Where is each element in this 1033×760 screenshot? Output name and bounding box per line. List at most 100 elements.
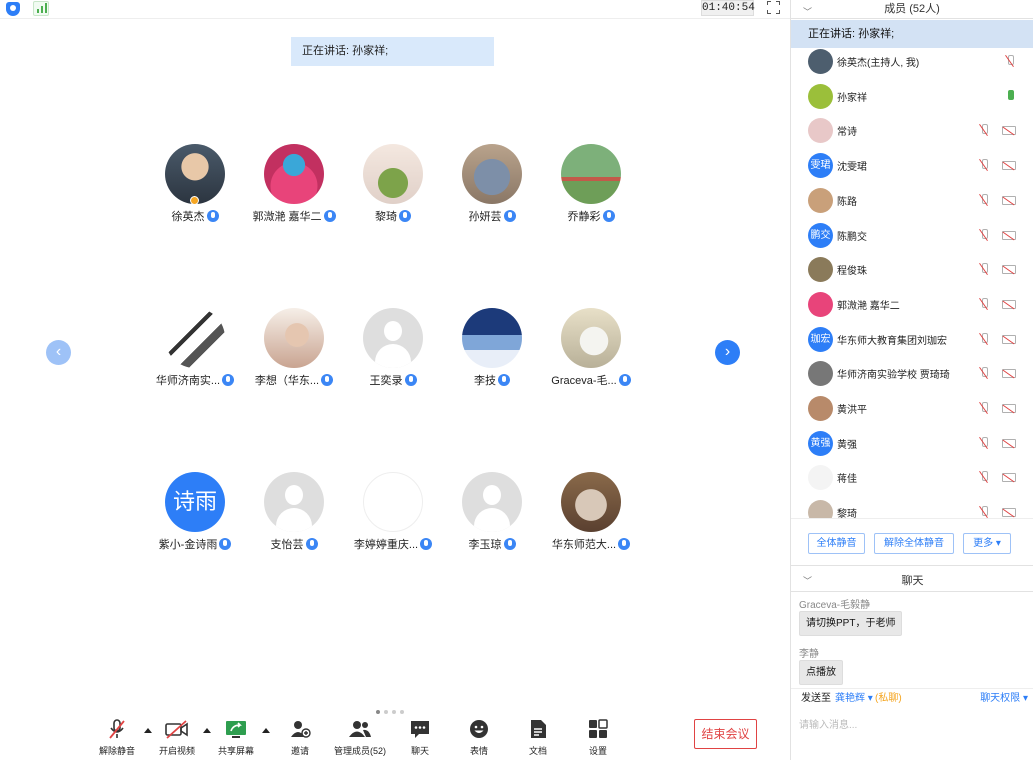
collapse-chevron-icon[interactable]: ﹀ [803,3,812,21]
share-options-caret[interactable] [262,728,270,733]
mic-muted-icon[interactable] [980,228,988,241]
mic-muted-icon[interactable] [980,297,988,310]
participant-name-row: 李想（华东... [244,374,344,388]
fullscreen-icon[interactable] [767,1,780,14]
mute-all-button[interactable]: 全体静音 [808,533,865,554]
camera-off-icon[interactable] [1002,508,1016,518]
camera-off-icon[interactable] [1002,369,1016,379]
recipient-dropdown[interactable]: 龚艳辉 ▾ [835,689,873,709]
participant-tile[interactable]: 支怡芸 [244,472,344,552]
mic-status-icon [404,374,417,386]
camera-off-icon[interactable] [1002,299,1016,309]
participant-tile[interactable]: Graceva-毛... [541,308,641,388]
participant-tile[interactable]: 王奕录 [343,308,443,388]
participant-tile[interactable]: 孙妍芸 [442,144,542,224]
private-tag: (私聊) [875,693,902,704]
network-signal-icon[interactable] [33,1,49,16]
participant-name-row: 王奕录 [343,374,443,388]
mic-muted-icon[interactable] [980,159,988,171]
camera-off-icon[interactable] [1002,126,1016,136]
mic-muted-icon[interactable] [980,263,988,275]
mic-muted-icon[interactable] [980,506,988,518]
member-name: 陈路 [837,196,857,208]
mic-muted-icon[interactable] [1006,55,1014,67]
mic-status-icon [219,538,232,550]
participant-tile[interactable]: 李技 [442,308,542,388]
mic-muted-icon[interactable] [980,436,988,449]
participant-tile[interactable]: 诗雨 紫小-金诗雨 [145,472,245,552]
security-shield-icon[interactable] [6,2,20,16]
participant-tile[interactable]: 乔静彩 [541,144,641,224]
member-row[interactable]: 雯珺 沈雯珺 [791,148,1033,182]
mic-muted-icon[interactable] [980,193,988,206]
participant-tile[interactable]: 华师济南实... [145,308,245,388]
side-panel: ﹀ 成员 (52人) 正在讲话: 孙家祥; 徐英杰(主持人, 我) 孙家祥 常诗 雯珺… [790,0,1033,760]
mic-status-icon [206,210,219,222]
member-row[interactable]: 蒋佳 [791,460,1033,494]
chat-input[interactable]: 请输入消息... [791,708,1033,760]
prev-page-button[interactable]: ‹ [46,340,71,365]
member-row[interactable]: 珈宏 华东师大教育集团刘珈宏 [791,322,1033,356]
participant-tile[interactable]: 李想（华东... [244,308,344,388]
member-row[interactable]: 徐英杰(主持人, 我) [791,48,1033,78]
member-row[interactable]: 黎琦 [791,495,1033,518]
camera-off-icon[interactable] [1002,161,1016,171]
camera-off-icon[interactable] [1002,473,1016,483]
settings-button[interactable]: 设置 [568,716,628,757]
reactions-button[interactable]: 表情 [449,716,509,757]
collapse-chevron-icon[interactable]: ﹀ [803,570,812,592]
mic-muted-icon[interactable] [980,471,988,483]
unmute-button[interactable]: 解除静音 [87,716,147,757]
member-row[interactable]: 孙家祥 [791,79,1033,113]
members-header[interactable]: ﹀ 成员 (52人) [791,0,1033,19]
participant-tile[interactable]: 李婷婷重庆... [343,472,443,552]
participant-avatar [561,308,621,368]
participant-tile[interactable]: 郭溦滟 嘉华二 [244,144,344,224]
member-row[interactable]: 黄强 黄强 [791,426,1033,460]
member-row[interactable]: 华师济南实验学校 贾琦琦 [791,356,1033,390]
unmute-all-button[interactable]: 解除全体静音 [874,533,954,554]
member-row[interactable]: 鹏交 陈鹏交 [791,218,1033,252]
participant-tile[interactable]: 华东师范大... [541,472,641,552]
participant-name-row: 乔静彩 [541,210,641,224]
participant-tile[interactable]: 李玉琼 [442,472,542,552]
mic-muted-icon[interactable] [980,402,988,414]
camera-off-icon[interactable] [1002,265,1016,275]
chat-permissions-dropdown[interactable]: 聊天权限 ▾ [980,689,1028,709]
participant-name: 徐英杰 [171,211,205,223]
chat-button[interactable]: 聊天 [390,716,450,757]
manage-members-button[interactable]: 管理成员(52) [330,716,390,757]
participant-name-row: 黎琦 [343,210,443,224]
more-button[interactable]: 更多 ▾ [963,533,1011,554]
invite-button[interactable]: 邀请 [270,716,330,757]
member-row[interactable]: 陈路 [791,183,1033,217]
start-video-button[interactable]: 开启视频 [147,716,207,757]
participant-avatar [363,144,423,204]
camera-off-icon[interactable] [1002,195,1016,205]
mic-muted-icon[interactable] [980,367,988,379]
mic-muted-icon[interactable] [980,332,988,345]
mic-muted-icon[interactable] [980,124,988,136]
participant-name: Graceva-毛... [551,375,617,387]
next-page-button[interactable]: › [715,340,740,365]
member-row[interactable]: 郭溦滟 嘉华二 [791,287,1033,321]
participant-name: 华东师范大... [551,539,617,551]
member-row[interactable]: 黄洪平 [791,391,1033,425]
member-row[interactable]: 常诗 [791,113,1033,147]
chat-header[interactable]: ﹀ 聊天 [791,570,1033,592]
end-meeting-button[interactable]: 结束会议 [694,719,757,749]
share-screen-button[interactable]: 共享屏幕 [206,716,266,757]
settings-grid-icon [587,718,609,740]
participant-avatar: 诗雨 [165,472,225,532]
camera-off-icon[interactable] [1002,230,1016,240]
member-name: 华师济南实验学校 贾琦琦 [837,370,950,382]
member-name: 郭溦滟 嘉华二 [837,300,900,312]
camera-off-icon[interactable] [1002,334,1016,344]
participant-tile[interactable]: 黎琦 [343,144,443,224]
mic-on-icon[interactable] [1006,89,1014,102]
camera-off-icon[interactable] [1002,404,1016,413]
camera-off-icon[interactable] [1002,438,1016,448]
participant-tile[interactable]: 徐英杰 [145,144,245,224]
documents-button[interactable]: 文档 [508,716,568,757]
member-row[interactable]: 程俊珠 [791,252,1033,286]
